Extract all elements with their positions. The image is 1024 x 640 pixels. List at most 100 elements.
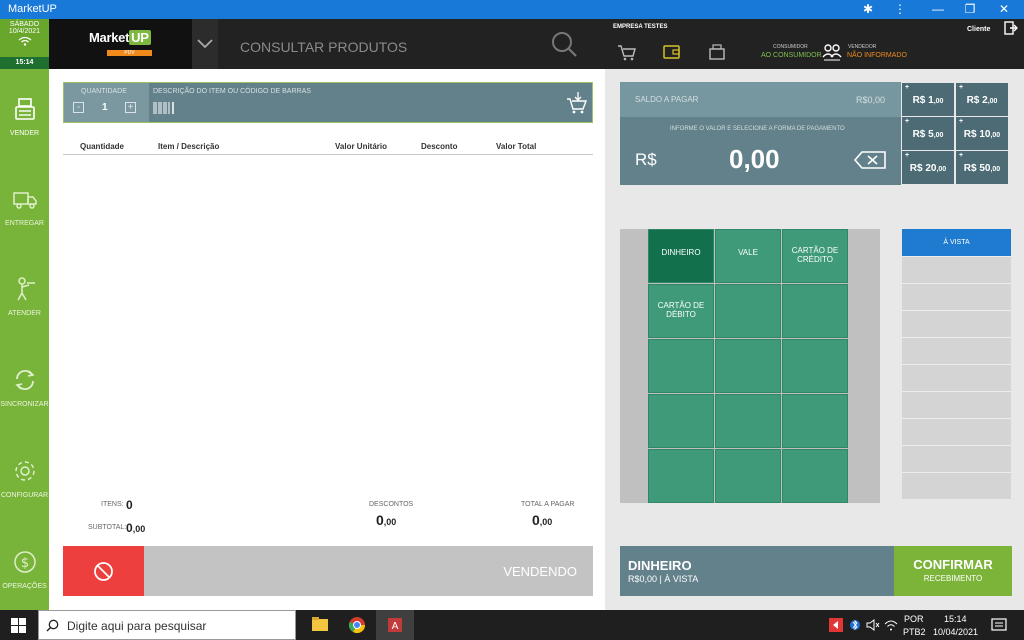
volume-muted-icon[interactable]	[866, 618, 880, 632]
installment-row[interactable]	[902, 472, 1011, 499]
discounts-value: 0,00	[376, 512, 397, 528]
sidebar-item-entregar[interactable]: ENTREGAR	[0, 179, 49, 259]
backspace-icon[interactable]	[853, 150, 887, 170]
cancel-icon	[94, 562, 113, 581]
taskbar-time[interactable]: 15:14	[944, 614, 967, 624]
installment-avista[interactable]: À VISTA	[902, 229, 1011, 256]
sidebar-item-label: SINCRONIZAR	[0, 401, 49, 408]
installment-row[interactable]	[902, 445, 1011, 472]
taskbar: Digite aqui para pesquisar A POR PTB2 15…	[0, 610, 1024, 640]
consumer-value[interactable]: AO CONSUMIDOR	[761, 52, 822, 59]
bluetooth-icon[interactable]	[850, 618, 860, 632]
cash-10-button[interactable]: + R$ 10,00	[956, 117, 1008, 150]
taskbar-search-input[interactable]: Digite aqui para pesquisar	[67, 619, 206, 633]
method-empty[interactable]	[715, 339, 781, 393]
installment-row[interactable]	[902, 364, 1011, 391]
cash-20-button[interactable]: + R$ 20,00	[902, 151, 954, 184]
method-empty[interactable]	[648, 339, 714, 393]
menu-dropdown-button[interactable]	[192, 19, 218, 69]
installment-row[interactable]	[902, 337, 1011, 364]
taskbar-date[interactable]: 10/04/2021	[933, 627, 978, 637]
payment-amount-box: SALDO A PAGAR R$0,00 INFORME O VALOR E S…	[620, 82, 901, 185]
cash-1-button[interactable]: + R$ 1,00	[902, 83, 954, 116]
installments-list: À VISTA	[902, 229, 1011, 503]
sidebar-item-sincronizar[interactable]: SINCRONIZAR	[0, 360, 49, 440]
sidebar-item-atender[interactable]: ATENDER	[0, 269, 49, 349]
close-button[interactable]: ✕	[996, 1, 1012, 17]
cash-2-button[interactable]: + R$ 2,00	[956, 83, 1008, 116]
client-label[interactable]: Cliente	[967, 26, 990, 33]
method-empty[interactable]	[715, 284, 781, 338]
register-small-icon[interactable]	[707, 43, 727, 61]
installment-row[interactable]	[902, 256, 1011, 283]
quantity-area: QUANTIDADE - 1 +	[64, 83, 149, 122]
method-empty[interactable]	[782, 284, 848, 338]
seller-value[interactable]: NÃO INFORMADO	[847, 52, 907, 59]
quantity-increase-button[interactable]: +	[125, 102, 136, 113]
sidebar-item-vender[interactable]: VENDER	[0, 89, 49, 169]
method-empty[interactable]	[648, 394, 714, 448]
logout-icon[interactable]	[1004, 21, 1018, 35]
date-text: 10/4/2021	[8, 28, 41, 35]
installment-row[interactable]	[902, 310, 1011, 337]
method-empty[interactable]	[715, 449, 781, 503]
installment-row[interactable]	[902, 283, 1011, 310]
method-vale[interactable]: VALE	[715, 229, 781, 283]
sidebar-item-configurar[interactable]: CONFIGURAR	[0, 451, 49, 531]
wifi-icon[interactable]	[884, 618, 898, 632]
notification-app-icon[interactable]	[829, 618, 843, 632]
column-header: Item / Descrição	[158, 142, 220, 151]
taskbar-search[interactable]: Digite aqui para pesquisar	[38, 610, 296, 640]
taskbar-app-active[interactable]: A	[376, 610, 414, 640]
item-entry-bar: QUANTIDADE - 1 + DESCRIÇÃO DO ITEM OU CÓ…	[63, 82, 593, 123]
method-empty[interactable]	[782, 449, 848, 503]
windows-start-icon[interactable]	[11, 618, 26, 633]
restore-button[interactable]: ❐	[962, 1, 978, 17]
payment-panel: SALDO A PAGAR R$0,00 INFORME O VALOR E S…	[605, 69, 1024, 610]
quantity-decrease-button[interactable]: -	[73, 102, 84, 113]
total-value: 0,00	[532, 512, 553, 528]
sale-status-button[interactable]: VENDENDO	[144, 546, 593, 596]
svg-text:$: $	[20, 556, 28, 571]
confirm-label: CONFIRMAR	[913, 557, 993, 572]
amount-input[interactable]: 0,00	[729, 144, 780, 175]
logo-text: Market UP	[89, 30, 151, 45]
column-header: Desconto	[421, 142, 458, 151]
users-icon[interactable]	[821, 42, 843, 62]
column-header: Valor Total	[496, 142, 537, 151]
consumer-label: CONSUMIDOR	[773, 44, 808, 50]
confirm-button[interactable]: CONFIRMAR RECEBIMENTO	[894, 546, 1012, 596]
right-top-bar: EMPRESA TESTES Cliente CONSUMIDOR AO CON…	[605, 19, 1024, 69]
wallet-icon[interactable]	[662, 43, 682, 61]
method-empty[interactable]	[782, 339, 848, 393]
quantity-input[interactable]: 1	[102, 102, 108, 113]
keyboard-layout[interactable]: PTB2	[903, 627, 926, 637]
cash-5-button[interactable]: + R$ 5,00	[902, 117, 954, 150]
subtotal-label: SUBTOTAL:	[88, 524, 127, 531]
cancel-sale-button[interactable]	[63, 546, 144, 596]
file-explorer-icon[interactable]	[311, 616, 329, 632]
search-icon[interactable]	[549, 29, 579, 59]
method-empty[interactable]	[648, 449, 714, 503]
chrome-icon[interactable]	[348, 616, 366, 634]
method-empty[interactable]	[715, 394, 781, 448]
method-dinheiro[interactable]: DINHEIRO	[648, 229, 714, 283]
installment-row[interactable]	[902, 391, 1011, 418]
method-cartao-debito[interactable]: CARTÃO DE DÉBITO	[648, 284, 714, 338]
cash-50-button[interactable]: + R$ 50,00	[956, 151, 1008, 184]
minimize-button[interactable]: —	[930, 1, 946, 17]
selected-payment-summary: DINHEIRO R$0,00 | À VISTA	[620, 546, 894, 596]
product-search-input[interactable]: CONSULTAR PRODUTOS	[240, 39, 407, 55]
cart-icon[interactable]	[617, 43, 637, 61]
discounts-label: DESCONTOS	[369, 501, 414, 508]
extension-icon[interactable]: ✱	[860, 1, 876, 17]
installment-row[interactable]	[902, 418, 1011, 445]
gear-icon	[14, 461, 35, 481]
sidebar-item-label: ATENDER	[8, 310, 41, 317]
notifications-icon[interactable]	[991, 617, 1007, 633]
more-options-icon[interactable]: ⋮	[892, 1, 908, 17]
add-to-cart-icon[interactable]	[566, 91, 588, 115]
language-code[interactable]: POR	[904, 614, 924, 624]
method-empty[interactable]	[782, 394, 848, 448]
method-cartao-credito[interactable]: CARTÃO DE CRÉDITO	[782, 229, 848, 283]
